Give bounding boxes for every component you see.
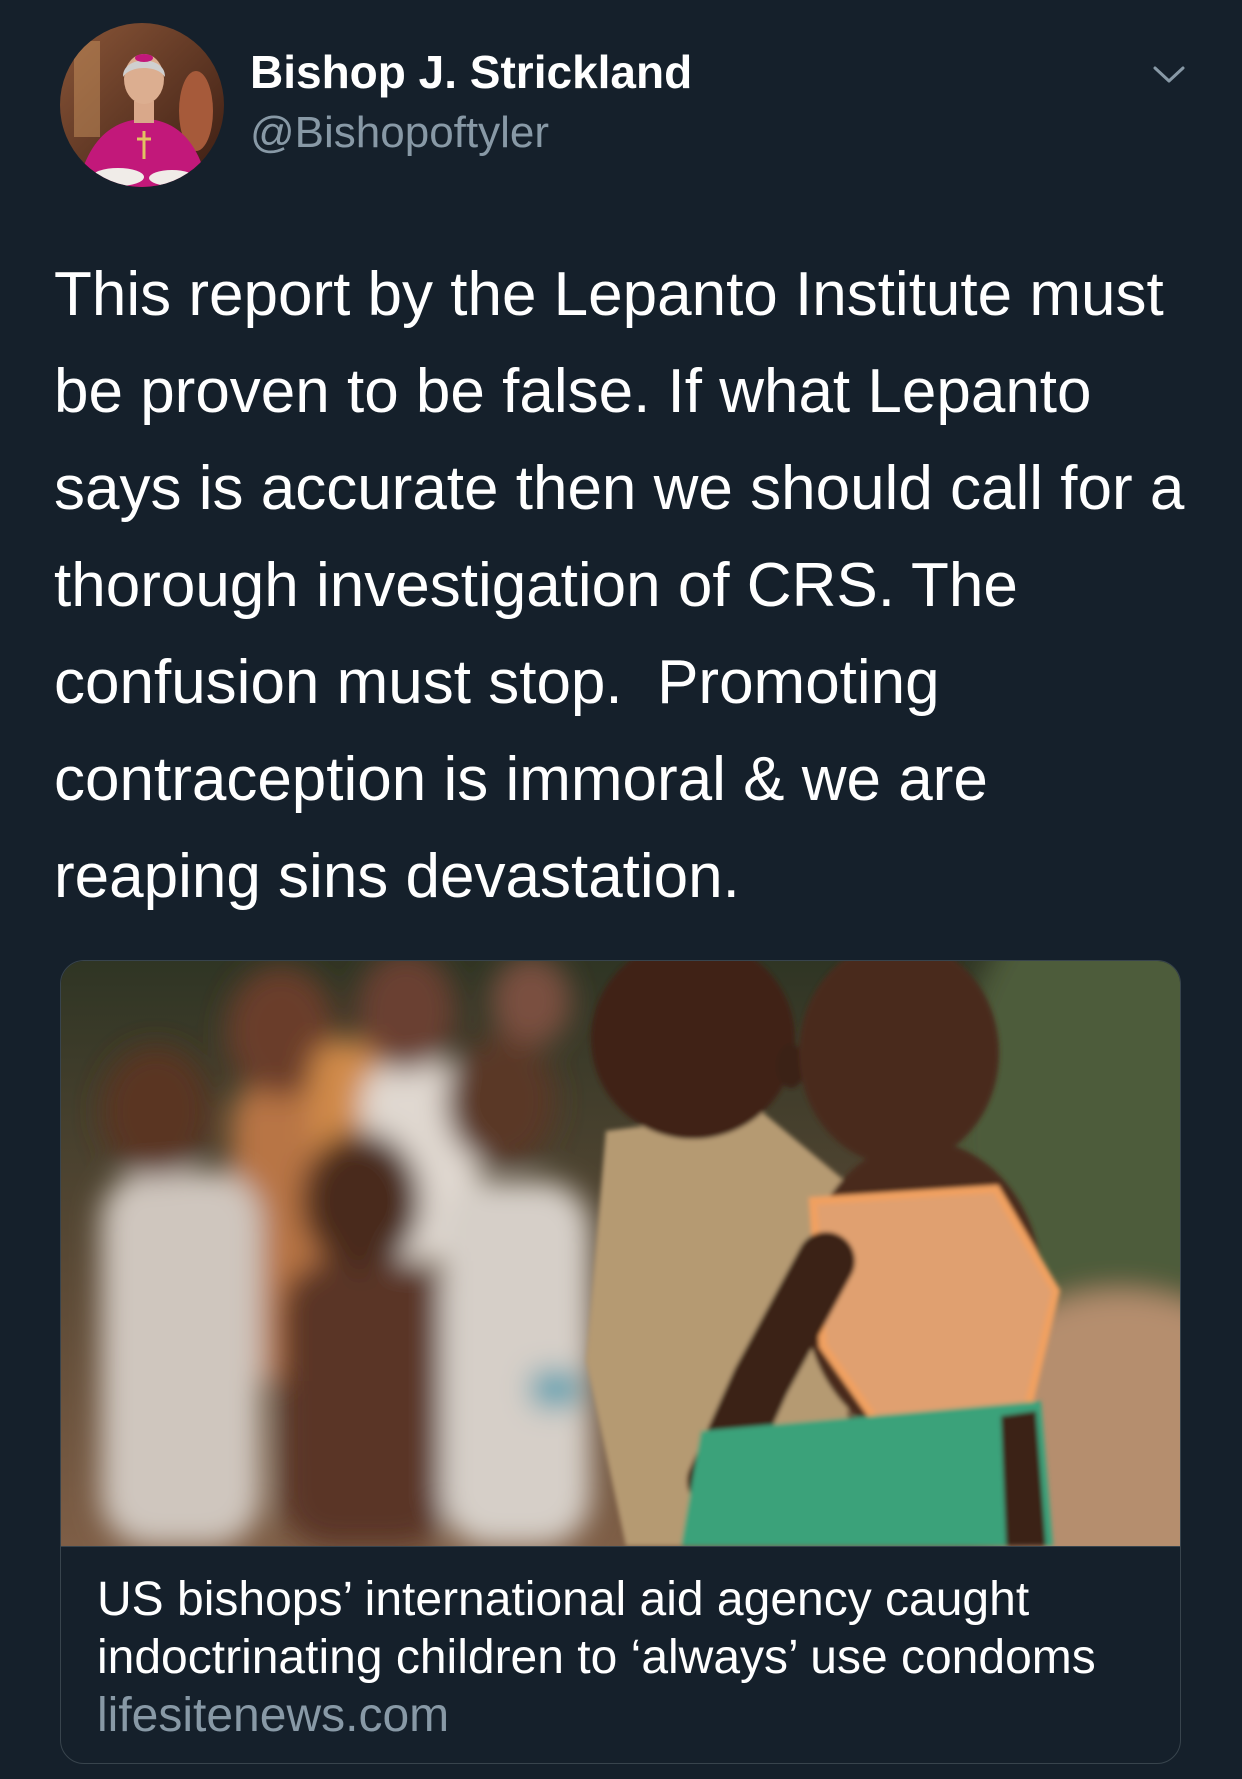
tweet-menu-button[interactable] xyxy=(1150,60,1188,88)
tweet-text-line: confusion must stop. Promoting xyxy=(54,648,940,717)
avatar-photo xyxy=(60,23,224,187)
avatar-lace-left xyxy=(92,168,144,186)
author-avatar[interactable] xyxy=(60,23,224,187)
child-head xyxy=(101,1046,211,1176)
card-title-line: indoctrinating children to ‘always’ use … xyxy=(97,1631,1096,1684)
child-carrying-baby xyxy=(586,961,1061,1546)
tweet-text-line: says is accurate then we should call for… xyxy=(54,454,1185,523)
chevron-down-icon xyxy=(1153,66,1185,83)
card-text: US bishops’ international aid agency cau… xyxy=(61,1547,1180,1745)
tweet-text-line: reaping sins devastation. xyxy=(54,842,740,911)
tweet-text-line: This report by the Lepanto Institute mus… xyxy=(54,260,1164,329)
author-handle[interactable]: @Bishopoftyler xyxy=(250,106,549,160)
child-body xyxy=(281,1261,451,1546)
tweet-text-line: thorough investigation of CRS. The xyxy=(54,551,1018,620)
card-domain: lifesitenews.com xyxy=(97,1689,450,1742)
blue-object xyxy=(531,1371,581,1407)
tweet-text-line: contraception is immoral & we are xyxy=(54,745,988,814)
avatar-zucchetto xyxy=(135,54,153,62)
avatar-lace-right xyxy=(149,170,195,186)
avatar-church-column xyxy=(74,41,100,137)
child-head xyxy=(446,1036,556,1166)
child-body xyxy=(441,1181,591,1546)
tweet-text: This report by the Lepanto Institute mus… xyxy=(54,246,1224,925)
tweet-text-line: be proven to be false. If what Lepanto xyxy=(54,357,1092,426)
article-image[interactable] xyxy=(61,961,1180,1547)
link-preview-card[interactable]: US bishops’ international aid agency cau… xyxy=(60,960,1181,1764)
child-body xyxy=(101,1171,261,1546)
author-name[interactable]: Bishop J. Strickland xyxy=(250,44,692,100)
avatar-neck xyxy=(134,101,154,123)
card-title-line: US bishops’ international aid agency cau… xyxy=(97,1573,1030,1626)
child-head xyxy=(301,1131,421,1271)
article-photo xyxy=(61,961,1180,1546)
